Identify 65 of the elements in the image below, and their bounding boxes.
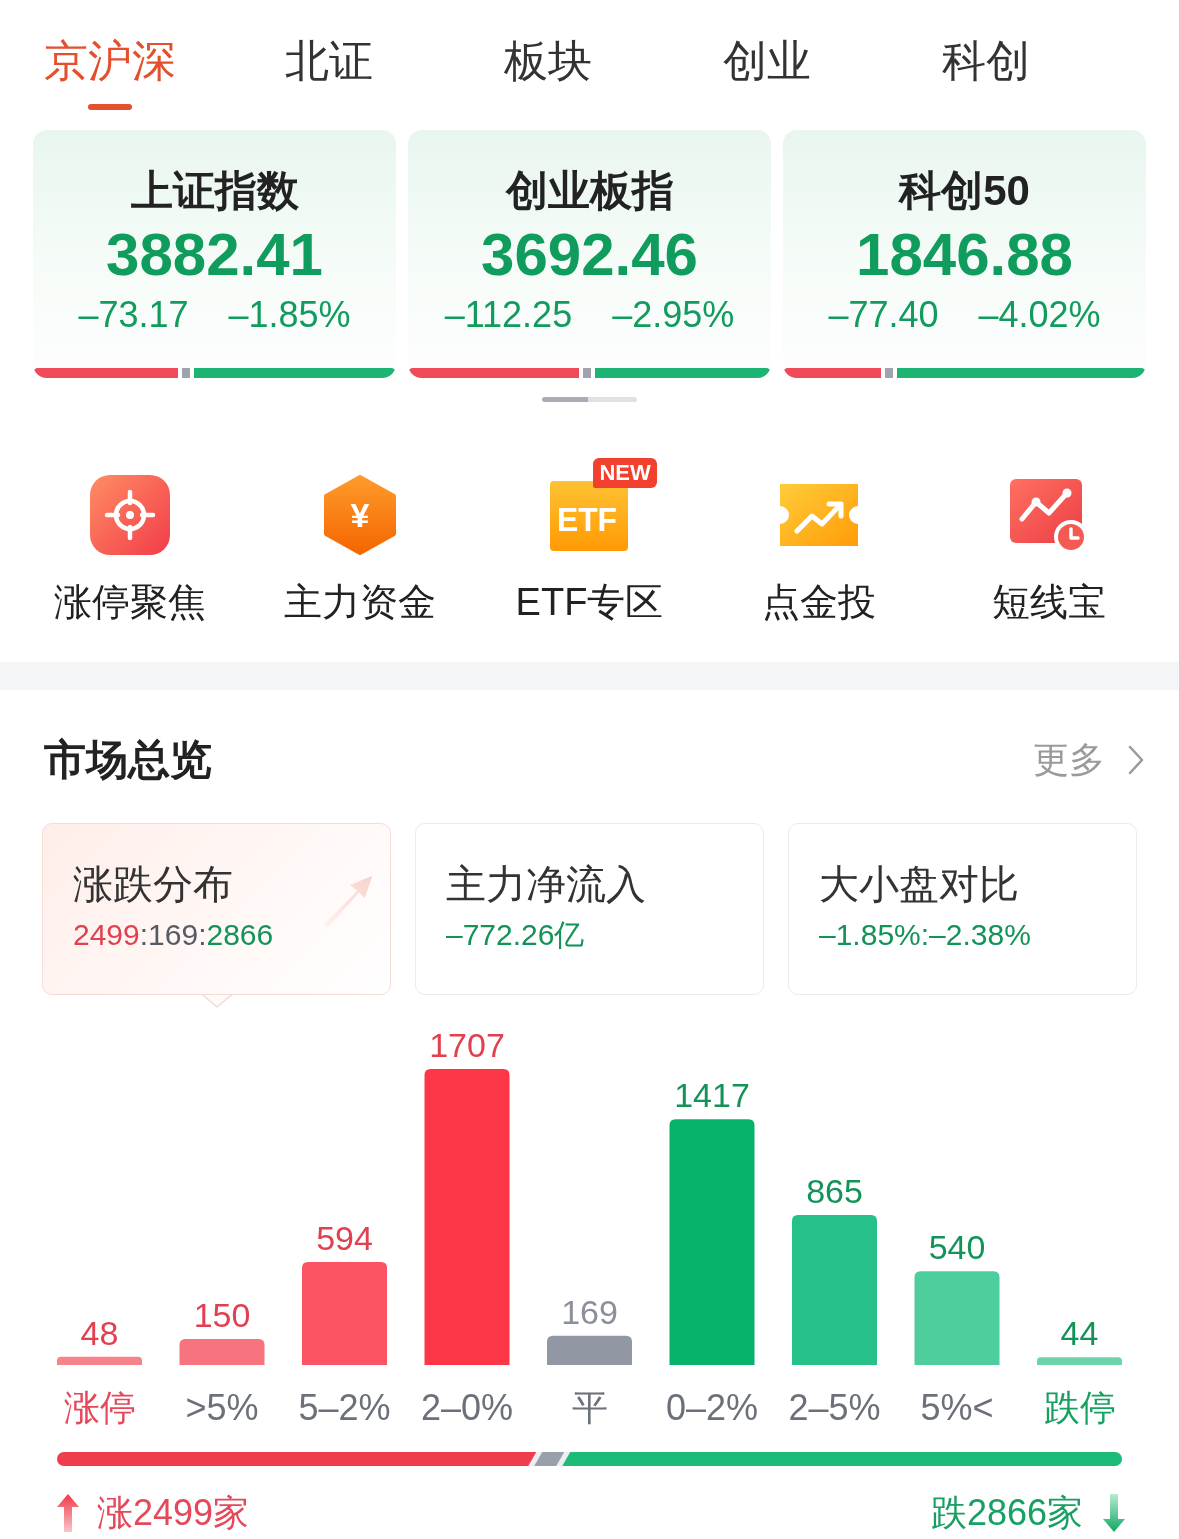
shortcut-entry[interactable]: 短线宝 (934, 458, 1164, 625)
shortcut-entry[interactable]: NEW ETF ETF专区 (474, 458, 705, 625)
flat-share-segment (881, 368, 897, 378)
value-label: 48 (80, 1313, 119, 1352)
category-label: 2–5% (788, 1387, 881, 1428)
value-label: 1707 (429, 1026, 505, 1064)
overview-card[interactable]: 主力净流入 –772.26亿 (415, 823, 764, 995)
value-label: 540 (928, 1228, 986, 1267)
index-value: 3692.46 (481, 223, 698, 287)
tab[interactable]: 创业 (657, 0, 876, 110)
flat-share-segment (578, 368, 595, 378)
value-label: 1417 (674, 1076, 750, 1115)
index-card[interactable]: 科创50 1846.88 –77.40 –4.02% (783, 130, 1146, 378)
category-label: 平 (571, 1387, 608, 1428)
value-label: 150 (193, 1296, 251, 1334)
value-label: 44 (1060, 1314, 1099, 1353)
chevron-right-icon (1127, 744, 1145, 776)
index-change: –112.25 (444, 293, 573, 337)
tab[interactable]: 科创 (876, 0, 1095, 110)
value-label: 169 (561, 1292, 618, 1331)
flat-share-segment (178, 368, 195, 378)
pointer-icon (201, 994, 232, 1008)
overview-card[interactable]: 大小盘对比 –1.85%:–2.38% (788, 823, 1137, 995)
new-badge: NEW (593, 458, 657, 488)
index-change: –73.17 (78, 293, 189, 337)
value-label: 865 (806, 1172, 863, 1210)
overview-card[interactable]: 涨跌分布 2499:169:2866 (42, 823, 391, 995)
rise-total: 涨2499家 (97, 1491, 250, 1535)
flat-share-segment (534, 1452, 565, 1466)
shortcut-entry[interactable]: 点金投 (704, 458, 935, 625)
index-card[interactable]: 上证指数 3882.41 –73.17 –1.85% (33, 130, 396, 378)
index-change: –77.40 (828, 293, 939, 337)
index-value: 3882.41 (106, 223, 323, 287)
category-label: 5%< (920, 1387, 994, 1428)
value-label: 594 (316, 1219, 373, 1257)
up-arrow-icon (57, 1494, 79, 1532)
card-value: 2499:169:2866 (73, 917, 274, 953)
index-value: 1846.88 (856, 223, 1073, 287)
section-title: 市场总览 (44, 735, 212, 785)
tab[interactable]: 板块 (438, 0, 657, 110)
index-change-percent: –2.95% (612, 293, 735, 337)
fall-total: 跌2866家 (930, 1491, 1083, 1535)
down-arrow-icon (1103, 1494, 1125, 1532)
category-label: 涨停 (63, 1387, 136, 1428)
category-label: 0–2% (665, 1387, 759, 1428)
index-name: 科创50 (899, 166, 1030, 216)
tab[interactable]: 北证 (219, 0, 438, 110)
category-label: 2–0% (420, 1387, 514, 1428)
card-value: –772.26亿 (446, 917, 585, 953)
category-label: 5–2% (298, 1387, 391, 1428)
card-title: 主力净流入 (446, 861, 646, 908)
card-title: 涨跌分布 (73, 861, 233, 908)
index-card[interactable]: 创业板指 3692.46 –112.25 –2.95% (408, 130, 771, 378)
index-change-percent: –1.85% (228, 293, 351, 337)
card-title: 大小盘对比 (819, 861, 1019, 908)
category-label: >5% (185, 1387, 259, 1428)
index-name: 上证指数 (130, 166, 299, 216)
tab[interactable]: 京沪深 (0, 0, 219, 110)
index-change-percent: –4.02% (978, 293, 1101, 337)
shortcut-entry[interactable]: ¥ 主力资金 (244, 458, 475, 625)
crosshair-icon[interactable] (89, 475, 170, 555)
card-value: –1.85%:–2.38% (819, 917, 1031, 953)
shortcut-entry[interactable]: 涨停聚焦 (15, 458, 245, 625)
category-label: 跌停 (1043, 1387, 1116, 1428)
index-name: 创业板指 (505, 166, 674, 216)
